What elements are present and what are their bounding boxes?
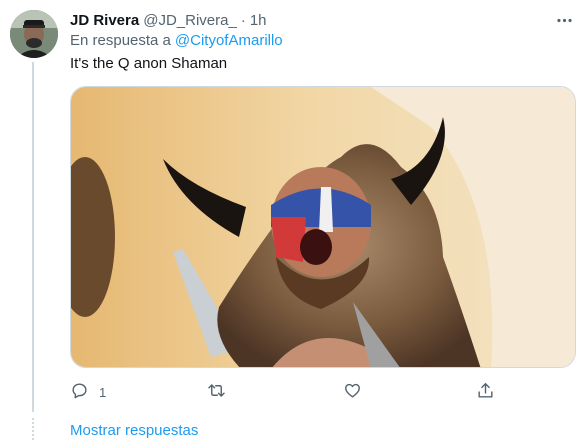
- show-replies-link[interactable]: Mostrar respuestas: [70, 422, 198, 439]
- reply-count: 1: [99, 384, 107, 400]
- heart-icon: [343, 381, 362, 403]
- action-bar: 1: [70, 380, 500, 404]
- reply-mention-link[interactable]: @CityofAmarillo: [175, 32, 283, 49]
- retweet-button[interactable]: [207, 380, 226, 404]
- reply-context: En respuesta a @CityofAmarillo: [70, 32, 283, 49]
- thread-dots: [32, 418, 34, 440]
- retweet-icon: [207, 381, 226, 403]
- avatar[interactable]: [10, 10, 58, 58]
- like-button[interactable]: [343, 380, 362, 404]
- more-dots-icon[interactable]: [552, 8, 576, 32]
- tweet[interactable]: JD Rivera @JD_Rivera_ · 1h En respuesta …: [0, 0, 586, 445]
- tweet-text: It's the Q anon Shaman: [70, 55, 228, 72]
- author-handle[interactable]: @JD_Rivera_: [143, 12, 237, 29]
- separator-dot: ·: [240, 11, 246, 29]
- reply-prefix: En respuesta a: [70, 32, 171, 49]
- tweet-photo[interactable]: [70, 86, 576, 368]
- reply-bubble-icon: [70, 381, 89, 403]
- photo-illustration: [71, 87, 575, 367]
- thread-line: [32, 62, 34, 412]
- reply-button[interactable]: 1: [70, 380, 106, 404]
- tweet-header: JD Rivera @JD_Rivera_ · 1h: [70, 10, 267, 30]
- tweet-time[interactable]: 1h: [250, 12, 267, 29]
- share-button[interactable]: [476, 380, 495, 404]
- share-upload-icon: [476, 381, 495, 403]
- author-name[interactable]: JD Rivera: [70, 12, 139, 29]
